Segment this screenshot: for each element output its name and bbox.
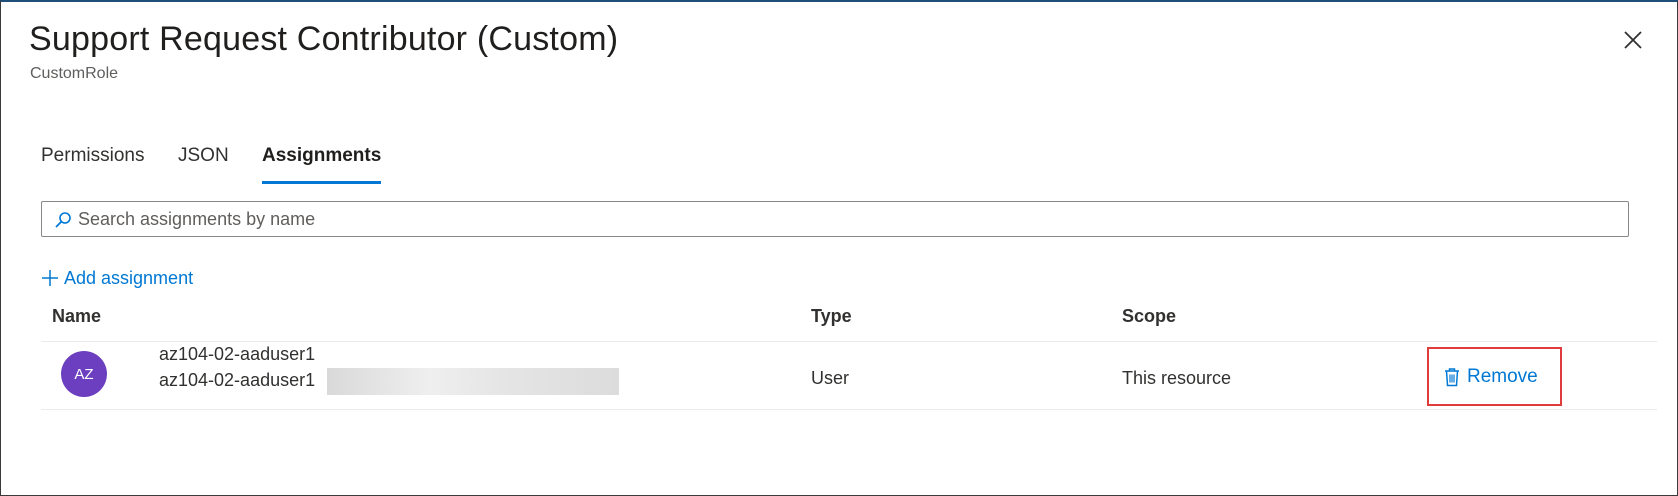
trash-icon: [1445, 367, 1459, 386]
remove-button[interactable]: Remove: [1427, 347, 1562, 406]
table-divider: [41, 409, 1657, 410]
tab-assignments[interactable]: Assignments: [262, 145, 382, 185]
close-icon: [1624, 31, 1642, 49]
search-input[interactable]: [78, 202, 1618, 236]
assignment-type: User: [811, 368, 850, 388]
redacted-region: [327, 368, 619, 395]
assignment-principal: az104-02-aaduser1: [159, 370, 316, 390]
add-assignment-label: Add assignment: [64, 267, 194, 288]
assignment-scope: This resource: [1122, 368, 1232, 388]
plus-icon: [42, 270, 58, 286]
search-icon: [55, 212, 71, 228]
close-button[interactable]: [1621, 28, 1645, 52]
assignment-name: az104-02-aaduser1: [159, 344, 316, 364]
column-header-name[interactable]: Name: [52, 306, 101, 327]
column-header-scope[interactable]: Scope: [1122, 306, 1176, 327]
role-details-panel: Support Request Contributor (Custom) Cus…: [0, 0, 1678, 496]
page-title: Support Request Contributor (Custom): [29, 20, 619, 58]
table-divider: [41, 341, 1657, 342]
search-box: [41, 201, 1629, 237]
remove-label: Remove: [1467, 365, 1538, 387]
tab-permissions[interactable]: Permissions: [41, 145, 144, 185]
column-header-type[interactable]: Type: [811, 306, 852, 327]
page-subtitle: CustomRole: [30, 65, 119, 82]
tab-json[interactable]: JSON: [178, 145, 229, 185]
avatar: AZ: [61, 351, 107, 397]
add-assignment-button[interactable]: Add assignment: [41, 264, 193, 292]
